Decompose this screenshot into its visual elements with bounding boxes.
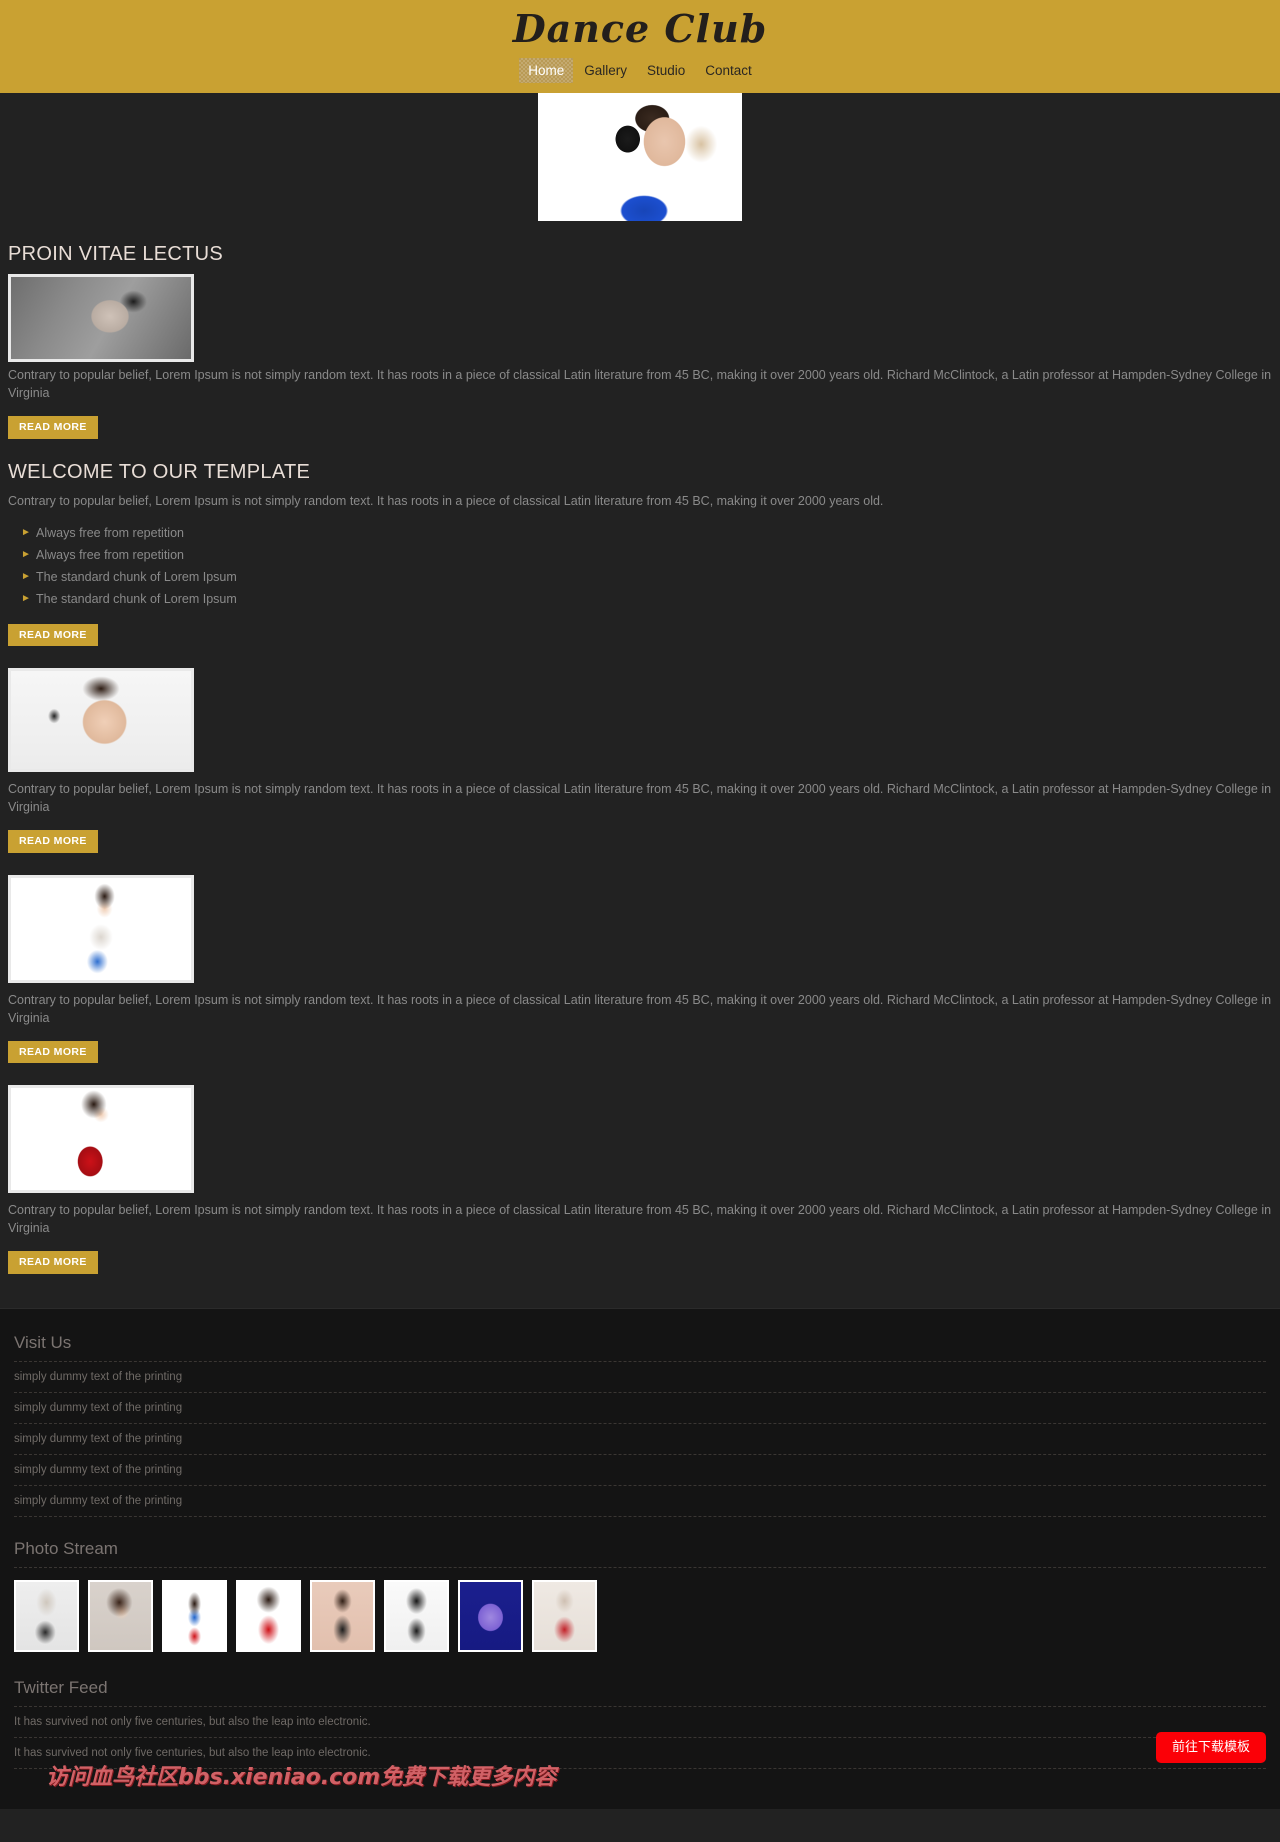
dancer-portrait-photo: [11, 877, 191, 980]
section1-paragraph: Contrary to popular belief, Lorem Ipsum …: [8, 368, 1272, 400]
visit-us-row: simply dummy text of the printing: [14, 1453, 1266, 1485]
thumbnail-photo: [312, 1581, 373, 1650]
photo-stream-thumbnail[interactable]: [310, 1579, 375, 1652]
triangle-bullet-icon: ►: [21, 548, 31, 560]
photo-stream-thumbnail[interactable]: [14, 1579, 79, 1652]
nav-item-gallery[interactable]: Gallery: [575, 58, 636, 83]
section3-read-more-button[interactable]: READ MORE: [8, 830, 98, 853]
hero-photo: [538, 93, 742, 221]
thumbnail-photo: [386, 1581, 447, 1650]
section4-read-more-button[interactable]: READ MORE: [8, 1040, 98, 1063]
section4-paragraph: Contrary to popular belief, Lorem Ipsum …: [8, 992, 1272, 1025]
footer-title-twitter-feed: Twitter Feed: [14, 1677, 108, 1697]
section2-read-more-button[interactable]: READ MORE: [8, 623, 98, 646]
section2-paragraph: Contrary to popular belief, Lorem Ipsum …: [8, 493, 884, 508]
section1-read-more-button[interactable]: READ MORE: [8, 416, 98, 439]
nav-item-contact[interactable]: Contact: [696, 58, 761, 83]
section4-thumbnail: [8, 874, 194, 983]
main-content: PROIN VITAE LECTUS Contrary to popular b…: [0, 243, 1280, 1274]
red-dress-portrait-photo: [11, 1088, 191, 1190]
site-brand: Dance Club: [512, 6, 768, 51]
site-watermark: 访问血鸟社区bbs.xieniao.com免费下载更多内容: [46, 1764, 557, 1790]
visit-us-row: simply dummy text of the printing: [14, 1422, 1266, 1454]
site-header: Dance Club Home Gallery Studio Contact: [0, 0, 1280, 93]
footer-title-photo-stream: Photo Stream: [14, 1538, 118, 1558]
photo-stream-thumbnail[interactable]: [458, 1579, 523, 1652]
list-item-label: The standard chunk of Lorem Ipsum: [36, 591, 237, 606]
list-item-label: Always free from repetition: [36, 547, 184, 562]
headset-portrait-photo: [11, 671, 191, 769]
triangle-bullet-icon: ►: [21, 592, 31, 604]
thumbnail-photo: [534, 1581, 595, 1650]
thumbnail-photo: [164, 1581, 225, 1650]
visit-us-row: simply dummy text of the printing: [14, 1360, 1266, 1392]
site-footer: Visit Us simply dummy text of the printi…: [0, 1307, 1280, 1809]
photo-stream-thumbnail[interactable]: [384, 1579, 449, 1652]
list-item: ► Always free from repetition: [8, 522, 1272, 544]
list-item-label: The standard chunk of Lorem Ipsum: [36, 569, 237, 584]
nav-item-home[interactable]: Home: [519, 58, 573, 83]
footer-title-visit-us: Visit Us: [14, 1332, 72, 1352]
grayscale-portrait-photo: [11, 277, 191, 359]
hero-banner-image: [538, 93, 742, 221]
thumbnail-photo: [460, 1581, 521, 1650]
list-item-label: Always free from repetition: [36, 525, 184, 540]
visit-us-row: simply dummy text of the printing: [14, 1391, 1266, 1423]
feature-list: ► Always free from repetition ► Always fre…: [8, 522, 1272, 610]
list-item: ► Always free from repetition: [8, 544, 1272, 566]
section5-paragraph: Contrary to popular belief, Lorem Ipsum …: [8, 1203, 1272, 1235]
photo-stream-thumbnail[interactable]: [88, 1579, 153, 1652]
section1-thumbnail: [8, 274, 194, 362]
section5-read-more-button[interactable]: READ MORE: [8, 1251, 98, 1274]
section5-thumbnail: [8, 1085, 194, 1193]
twitter-feed-row: It has survived not only five centuries,…: [14, 1705, 1266, 1737]
thumbnail-photo: [90, 1581, 151, 1650]
triangle-bullet-icon: ►: [21, 570, 31, 582]
visit-us-row: simply dummy text of the printing: [14, 1484, 1266, 1517]
triangle-bullet-icon: ►: [21, 526, 31, 538]
list-item: ► The standard chunk of Lorem Ipsum: [8, 588, 1272, 610]
nav-item-studio[interactable]: Studio: [638, 58, 694, 83]
page-root: Dance Club Home Gallery Studio Contact PROI…: [0, 0, 1280, 1809]
main-navigation[interactable]: Home Gallery Studio Contact: [0, 58, 1280, 83]
photo-stream-thumbnail[interactable]: [532, 1579, 597, 1652]
photo-stream-gallery[interactable]: [14, 1568, 1266, 1660]
section3-paragraph: Contrary to popular belief, Lorem Ipsum …: [8, 782, 1272, 814]
photo-stream-thumbnail[interactable]: [162, 1579, 227, 1652]
section-title-proin-vitae-lectus: PROIN VITAE LECTUS: [8, 243, 224, 265]
photo-stream-thumbnail[interactable]: [236, 1579, 301, 1652]
thumbnail-photo: [16, 1581, 77, 1650]
section-title-welcome: WELCOME TO OUR TEMPLATE: [8, 460, 311, 483]
download-template-button[interactable]: 前往下载模板: [1155, 1731, 1266, 1763]
section3-thumbnail: [8, 668, 194, 772]
thumbnail-photo: [238, 1581, 299, 1650]
list-item: ► The standard chunk of Lorem Ipsum: [8, 566, 1272, 588]
